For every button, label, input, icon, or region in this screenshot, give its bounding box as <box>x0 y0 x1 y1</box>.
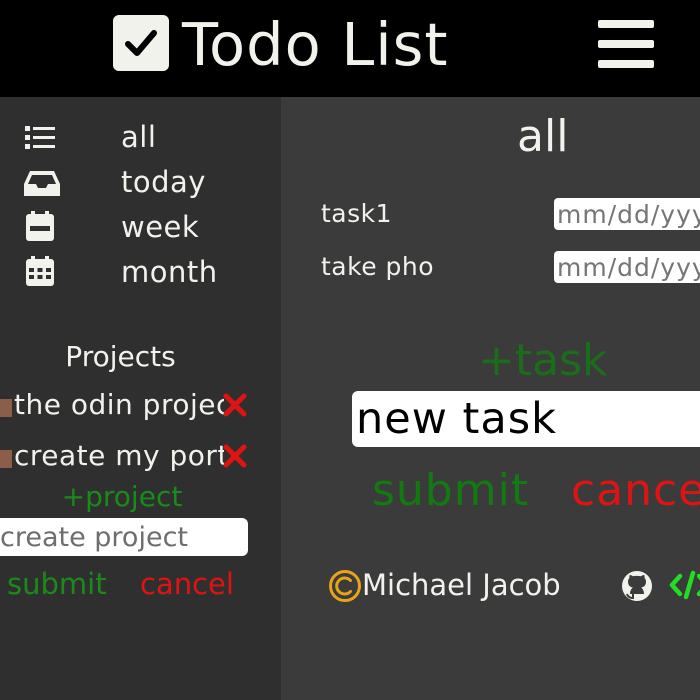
footer-author: Michael Jacob <box>362 568 561 602</box>
project-name: create my portfolio <box>14 439 224 472</box>
close-x-icon[interactable] <box>222 443 248 469</box>
nav-item-all[interactable]: all <box>0 117 281 157</box>
task-date-input[interactable] <box>554 251 700 283</box>
task-row[interactable]: task1 <box>281 194 700 234</box>
project-item[interactable]: the odin project <box>0 386 250 424</box>
project-submit-button[interactable]: submit <box>7 565 107 603</box>
task-row[interactable]: take photos <box>281 247 700 287</box>
checkbox-icon <box>113 15 169 71</box>
task-cancel-button[interactable]: cancel <box>571 464 700 518</box>
new-task-input[interactable] <box>352 391 700 447</box>
add-task-button[interactable]: +task <box>478 334 608 388</box>
task-name: task1 <box>321 199 393 228</box>
calendar-week-icon <box>26 211 54 241</box>
github-icon[interactable] <box>620 569 654 603</box>
add-project-button[interactable]: +project <box>0 479 244 515</box>
sidebar: all today week month Projects the odin p… <box>0 97 281 700</box>
project-cancel-button[interactable]: cancel <box>140 565 234 603</box>
nav-item-month[interactable]: month <box>0 252 281 292</box>
code-icon[interactable] <box>669 568 700 602</box>
main-content: all task1 take photos +task submit cance… <box>281 97 700 700</box>
app-header: Todo List <box>0 0 700 97</box>
close-x-icon[interactable] <box>222 392 248 418</box>
hamburger-menu-icon[interactable] <box>596 18 656 70</box>
nav-label-week: week <box>121 210 200 244</box>
page-title: all <box>517 111 569 162</box>
nav-label-month: month <box>121 255 218 289</box>
nav-label-today: today <box>121 165 206 199</box>
project-item[interactable]: create my portfolio <box>0 437 250 475</box>
project-name: the odin project <box>14 388 224 421</box>
projects-heading: Projects <box>65 340 176 373</box>
inbox-tray-icon <box>24 171 60 196</box>
nav-item-today[interactable]: today <box>0 162 281 202</box>
app-title: Todo List <box>182 10 449 79</box>
calendar-month-icon <box>26 256 54 286</box>
task-submit-button[interactable]: submit <box>372 464 529 518</box>
project-color-swatch <box>0 399 12 417</box>
task-name: take photos <box>321 252 433 281</box>
task-date-input[interactable] <box>554 198 700 230</box>
copyright-icon <box>329 570 361 602</box>
nav-label-all: all <box>121 120 157 154</box>
list-icon <box>25 126 55 149</box>
new-project-input[interactable] <box>0 518 248 556</box>
project-color-swatch <box>0 450 12 468</box>
todo-app: Todo List all today week month Projects … <box>0 0 700 700</box>
nav-item-week[interactable]: week <box>0 207 281 247</box>
